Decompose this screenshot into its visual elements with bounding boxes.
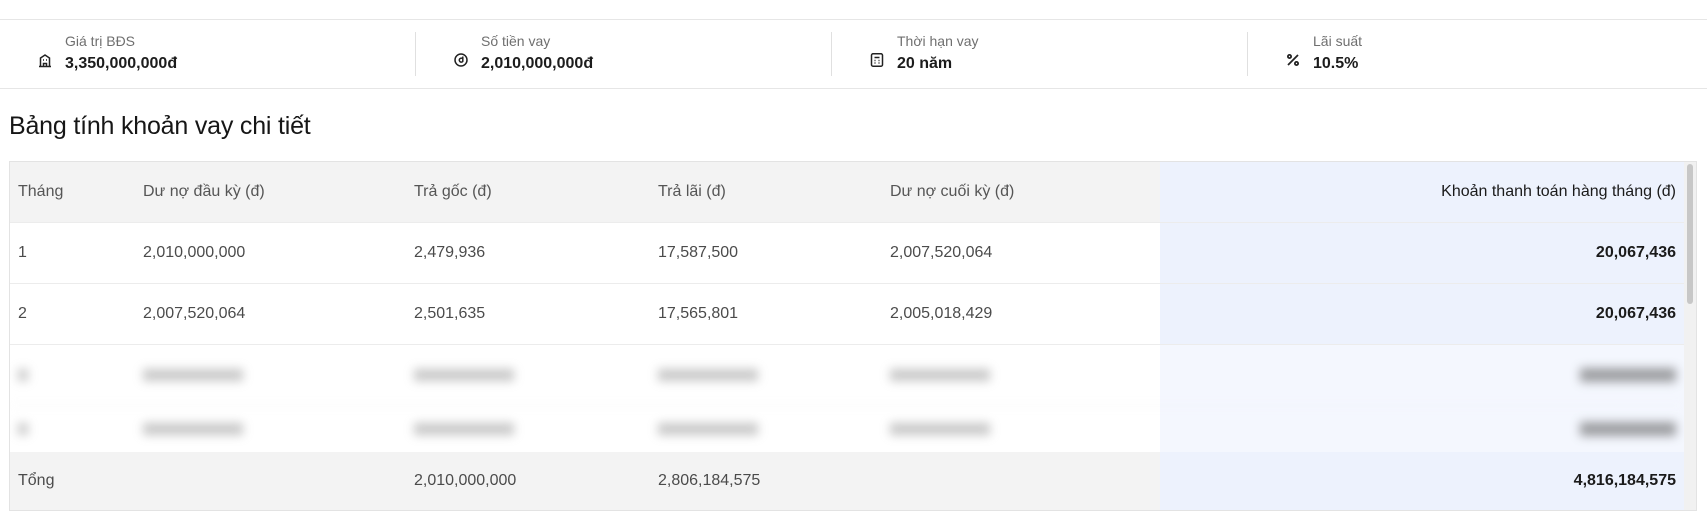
header-monthly-payment: Khoản thanh toán hàng tháng (đ)	[1160, 162, 1684, 222]
table-row: 1 2,010,000,000 2,479,936 17,587,500 2,0…	[10, 223, 1684, 284]
blurred-cell	[414, 406, 644, 452]
summary-label: Thời hạn vay	[897, 33, 979, 49]
header-closing-balance: Dư nợ cuối kỳ (đ)	[890, 183, 1015, 200]
header-opening-balance: Dư nợ đầu kỳ (đ)	[143, 183, 265, 200]
calculator-icon	[868, 51, 886, 69]
table-row-blurred	[10, 345, 1684, 406]
summary-value: 10.5%	[1313, 55, 1359, 72]
cell-interest: 17,565,801	[658, 305, 739, 322]
blurred-cell	[18, 406, 138, 452]
summary-value: 3,350,000,000đ	[65, 55, 178, 72]
summary-interest-rate: Lãi suất 10.5%	[1248, 20, 1707, 88]
table-header-row: Tháng Dư nợ đầu kỳ (đ) Trả gốc (đ) Trả l…	[10, 162, 1684, 223]
summary-label: Số tiền vay	[481, 33, 551, 49]
table-total-row: Tổng 2,010,000,000 2,806,184,575 4,816,1…	[10, 452, 1684, 510]
loan-summary-bar: Giá trị BĐS 3,350,000,000đ Số tiền vay 2…	[0, 20, 1707, 89]
header-interest: Trả lãi (đ)	[658, 183, 726, 200]
header-month: Tháng	[18, 183, 64, 200]
summary-value: 20 năm	[897, 55, 953, 72]
blurred-cell	[658, 406, 878, 452]
blurred-cell	[890, 345, 1150, 405]
cell-principal: 2,501,635	[414, 305, 486, 322]
building-icon	[36, 51, 54, 69]
cell-monthly-payment: 20,067,436	[1160, 284, 1684, 344]
table-row-blurred	[10, 406, 1684, 452]
blurred-cell	[890, 406, 1150, 452]
summary-label: Giá trị BĐS	[65, 33, 136, 49]
cell-month: 2	[18, 305, 27, 322]
blurred-cell	[658, 345, 878, 405]
summary-value: 2,010,000,000đ	[481, 55, 594, 72]
table-scrollbar[interactable]	[1684, 162, 1696, 510]
cell-month: 1	[18, 244, 27, 261]
summary-loan-amount: Số tiền vay 2,010,000,000đ	[416, 20, 832, 88]
summary-loan-term: Thời hạn vay 20 năm	[832, 20, 1248, 88]
blurred-cell	[414, 345, 644, 405]
cell-interest: 17,587,500	[658, 244, 739, 261]
cell-closing-balance: 2,005,018,429	[890, 305, 993, 322]
blurred-cell	[1160, 345, 1684, 405]
scrollbar-thumb[interactable]	[1687, 164, 1693, 304]
cell-principal: 2,479,936	[414, 244, 486, 261]
total-principal: 2,010,000,000	[414, 472, 517, 489]
summary-property-value: Giá trị BĐS 3,350,000,000đ	[0, 20, 416, 88]
summary-label: Lãi suất	[1313, 33, 1363, 49]
cell-opening-balance: 2,007,520,064	[143, 305, 246, 322]
blurred-cell	[143, 406, 403, 452]
blurred-cell	[1160, 406, 1684, 452]
blurred-cell	[143, 345, 403, 405]
blurred-cell	[18, 345, 138, 405]
total-interest: 2,806,184,575	[658, 472, 761, 489]
table-row: 2 2,007,520,064 2,501,635 17,565,801 2,0…	[10, 284, 1684, 345]
section-title: Bảng tính khoản vay chi tiết	[9, 112, 311, 140]
total-payment: 4,816,184,575	[1160, 452, 1684, 510]
header-principal: Trả gốc (đ)	[414, 183, 492, 200]
percent-icon	[1284, 51, 1302, 69]
cell-monthly-payment: 20,067,436	[1160, 223, 1684, 283]
loan-schedule-table[interactable]: Tháng Dư nợ đầu kỳ (đ) Trả gốc (đ) Trả l…	[9, 161, 1697, 511]
money-coin-icon	[452, 51, 470, 69]
cell-opening-balance: 2,010,000,000	[143, 244, 246, 261]
total-label: Tổng	[18, 472, 55, 489]
cell-closing-balance: 2,007,520,064	[890, 244, 993, 261]
